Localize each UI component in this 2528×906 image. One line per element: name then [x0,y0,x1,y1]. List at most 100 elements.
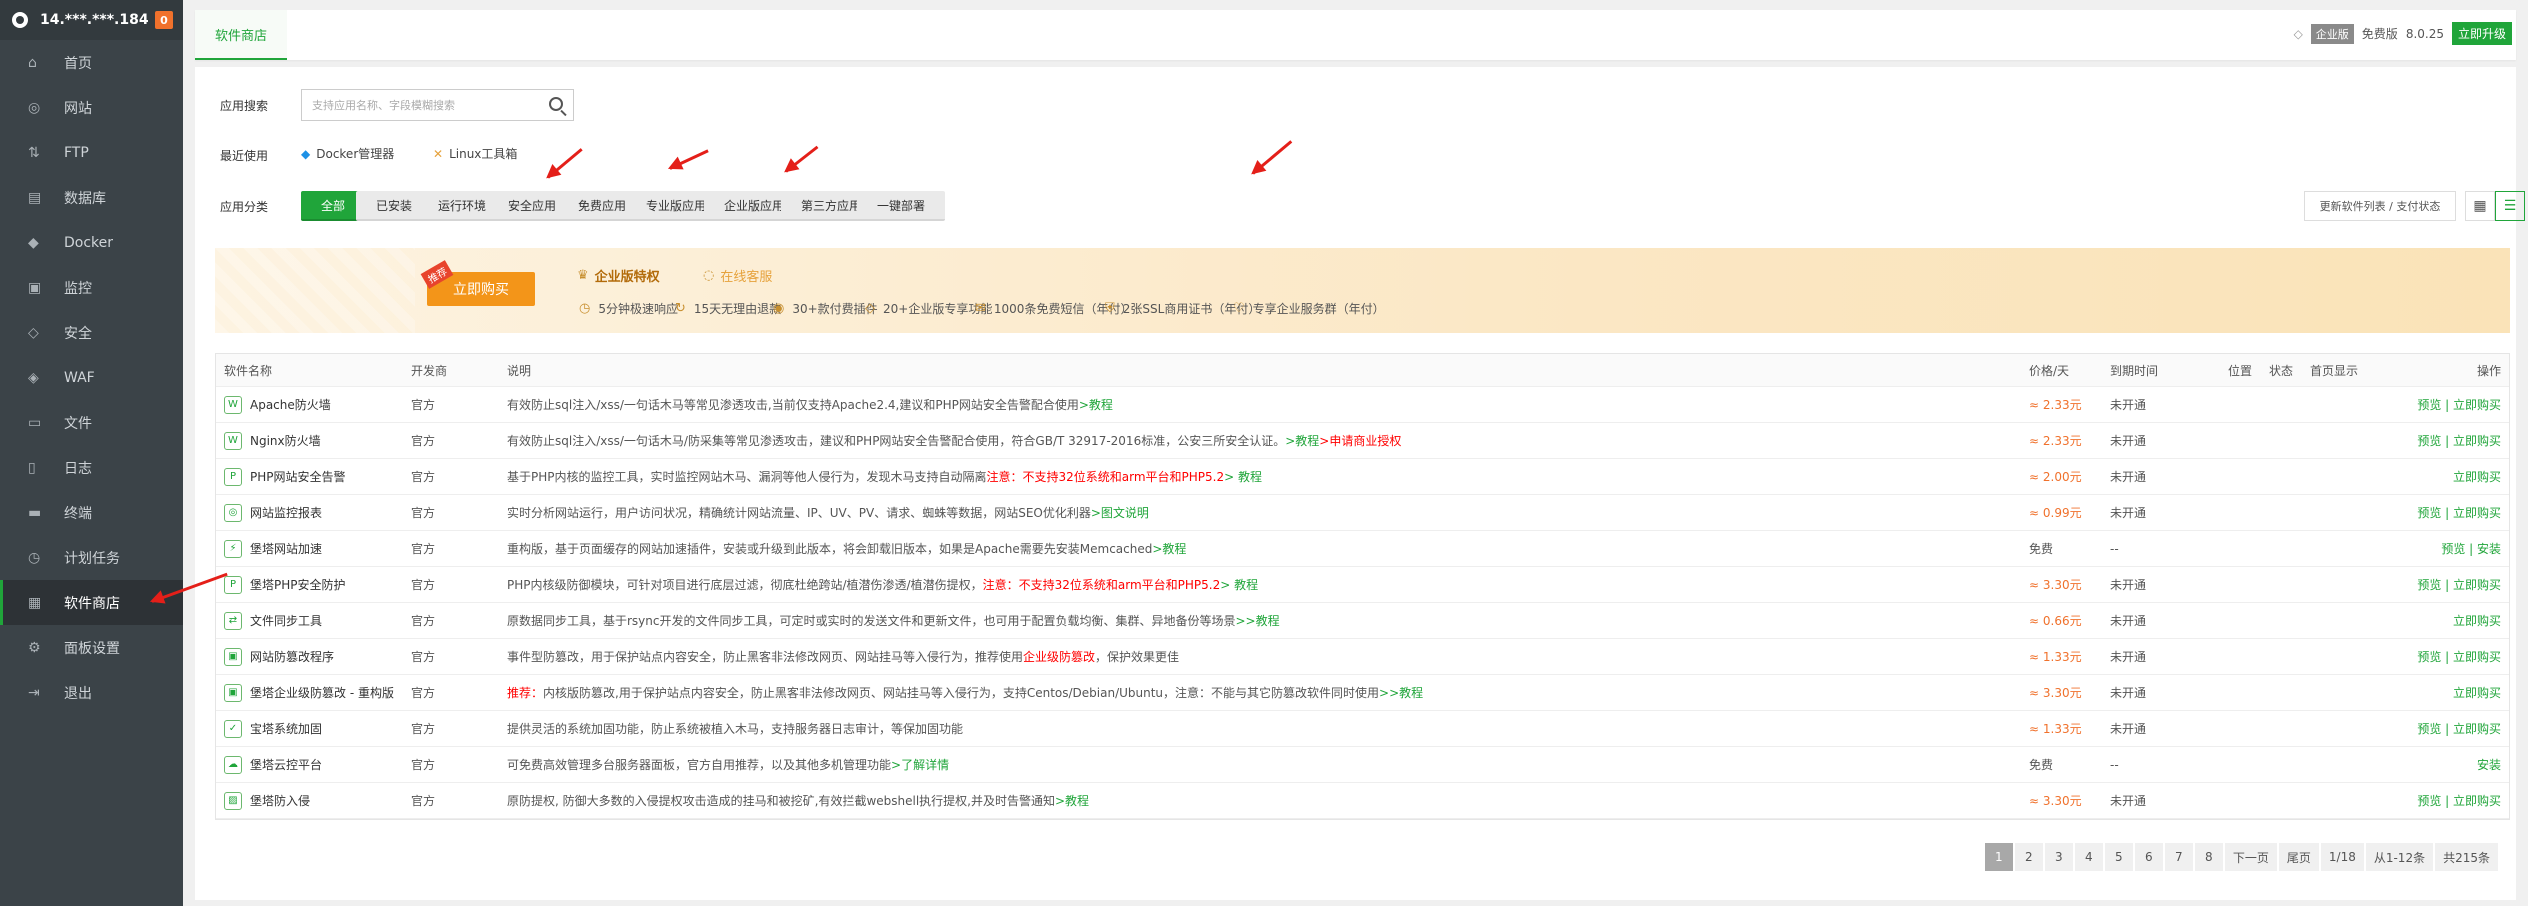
operation-links[interactable]: 立即购买 [2453,468,2501,485]
category-button-8[interactable]: 一键部署 [857,191,946,221]
table-row[interactable]: ⚡ 堡塔网站加速 官方 重构版，基于页面缓存的网站加速插件，安装或升级到此版本，将会卸… [216,531,2509,567]
operation-links[interactable]: 预览 | 立即购买 [2417,432,2501,449]
desc-link[interactable]: >图文说明 [1091,506,1149,520]
sidebar-item-4[interactable]: ◆ Docker [0,220,183,265]
desc-link[interactable]: >教程 [1152,542,1186,556]
desc-warning: 企业级防篡改 [1023,650,1096,664]
sidebar-item-0[interactable]: ⌂ 首页 [0,40,183,85]
sidebar-item-13[interactable]: ⚙ 面板设置 [0,625,183,670]
software-name[interactable]: ☁ 堡塔云控平台 [224,755,322,774]
page-next[interactable]: 下一页 [2224,843,2277,871]
banner-feature-text: 15天无理由退款 [693,302,782,316]
operation-links[interactable]: 预览 | 立即购买 [2417,648,2501,665]
buy-now-button[interactable]: 推荐 立即购买 [420,260,535,306]
operation-links[interactable]: 预览 | 立即购买 [2417,792,2501,809]
search-icon[interactable] [549,97,563,111]
recent-linux-tools[interactable]: ✕ Linux工具箱 [433,145,517,162]
refresh-list-button[interactable]: 更新软件列表 / 支付状态 [2304,191,2456,221]
software-name[interactable]: W Nginx防火墙 [224,431,321,450]
sidebar-item-label: 软件商店 [64,595,120,612]
page-button[interactable]: 2 [2014,843,2043,871]
software-name[interactable]: ▣ 网站防篡改程序 [224,647,334,666]
shield-icon: ◇ [28,324,39,341]
software-name[interactable]: P PHP网站安全告警 [224,467,346,486]
software-name[interactable]: ✓ 宝塔系统加固 [224,719,322,738]
page-button[interactable]: 4 [2074,843,2103,871]
desc-link[interactable]: >教程 [1285,434,1319,448]
diamond-icon: ◇ [2293,26,2303,41]
sidebar-item-label: 网站 [64,100,92,117]
php-icon: P [224,467,242,486]
sidebar-item-8[interactable]: ▭ 文件 [0,400,183,445]
sidebar-item-14[interactable]: ⇥ 退出 [0,670,183,715]
operation-links[interactable]: 预览 | 立即购买 [2417,504,2501,521]
sidebar-item-7[interactable]: ◈ WAF [0,355,183,400]
software-name[interactable]: ▨ 堡塔防入侵 [224,791,310,810]
page-button[interactable]: 7 [2164,843,2193,871]
sidebar-item-1[interactable]: ◎ 网站 [0,85,183,130]
page-button[interactable]: 6 [2134,843,2163,871]
sidebar-item-2[interactable]: ⇅ FTP [0,130,183,175]
operation-links[interactable]: 预览 | 立即购买 [2417,396,2501,413]
sidebar-item-label: 计划任务 [64,550,120,567]
operation-links[interactable]: 预览 | 安装 [2441,540,2501,557]
operation-links[interactable]: 立即购买 [2453,612,2501,629]
server-host: 14.***.***.184 [40,12,149,28]
table-row[interactable]: ✓ 宝塔系统加固 官方 提供灵活的系统加固功能，防止系统被植入木马，支持服务器日志审计… [216,711,2509,747]
docker-icon: ◆ [28,234,39,251]
chart-icon: ◎ [224,503,242,522]
desc-link[interactable]: >>教程 [1379,686,1423,700]
page-button[interactable]: 8 [2194,843,2223,871]
table-row[interactable]: ▨ 堡塔防入侵 官方 原防提权, 防御大多数的入侵提权攻击造成的挂马和被挖矿,有效拦截… [216,783,2509,819]
desc-tail[interactable]: > 教程 [1220,578,1258,592]
table-row[interactable]: W Apache防火墙 官方 有效防止sql注入/xss/一句话木马等常见渗透攻击,当… [216,387,2509,423]
table-row[interactable]: ▣ 网站防篡改程序 官方 事件型防篡改，用于保护站点内容安全，防止黑客非法修改网页、网… [216,639,2509,675]
sidebar-item-9[interactable]: ▯ 日志 [0,445,183,490]
software-name[interactable]: W Apache防火墙 [224,395,331,414]
software-name[interactable]: ◎ 网站监控报表 [224,503,322,522]
operation-links[interactable]: 预览 | 立即购买 [2417,720,2501,737]
sidebar-item-6[interactable]: ◇ 安全 [0,310,183,355]
online-service-link[interactable]: ◌ 在线客服 [703,266,772,285]
page-button[interactable]: 1 [1984,843,2013,871]
upgrade-button[interactable]: 立即升级 [2451,22,2512,45]
operation-links[interactable]: 安装 [2477,756,2501,773]
sidebar-item-3[interactable]: ▤ 数据库 [0,175,183,220]
sidebar-item-label: 终端 [64,505,92,522]
table-row[interactable]: P PHP网站安全告警 官方 基于PHP内核的监控工具，实时监控网站木马、漏洞等他人侵… [216,459,2509,495]
software-name[interactable]: ⚡ 堡塔网站加速 [224,539,322,558]
table-row[interactable]: W Nginx防火墙 官方 有效防止sql注入/xss/一句话木马/防采集等常见渗透攻… [216,423,2509,459]
desc-link[interactable]: >教程 [1079,398,1113,412]
desc-link[interactable]: >教程 [1055,794,1089,808]
desc-tail[interactable]: > 教程 [1224,470,1262,484]
message-badge[interactable]: 0 [155,11,173,29]
desc-warning[interactable]: >申请商业授权 [1319,434,1401,448]
page-last[interactable]: 尾页 [2278,843,2319,871]
enterprise-title: ♛ 企业版特权 [577,266,660,285]
clock-icon: ◷ [579,301,591,316]
tab-software-store[interactable]: 软件商店 [195,10,288,60]
table-row[interactable]: P 堡塔PHP安全防护 官方 PHP内核级防御模块，可针对项目进行底层过滤，彻底杜绝跨… [216,567,2509,603]
software-name[interactable]: ⇄ 文件同步工具 [224,611,322,630]
search-input[interactable]: 支持应用名称、字段模糊搜索 [301,89,574,121]
table-row[interactable]: ⇄ 文件同步工具 官方 原数据同步工具，基于rsync开发的文件同步工具，可定时或实时… [216,603,2509,639]
operation-links[interactable]: 预览 | 立即购买 [2417,576,2501,593]
buy-now-label: 立即购买 [453,282,509,298]
waf-icon: W [224,431,242,450]
page-button[interactable]: 3 [2044,843,2073,871]
software-name[interactable]: ▣ 堡塔企业级防篡改 - 重构版 [224,683,394,702]
table-row[interactable]: ◎ 网站监控报表 官方 实时分析网站运行，用户访问状况，精确统计网站流量、IP、UV、… [216,495,2509,531]
list-view-icon[interactable]: ☰ [2495,191,2525,221]
grid-view-icon[interactable]: ▦ [2465,191,2495,221]
sidebar-item-10[interactable]: ▬ 终端 [0,490,183,535]
sidebar-item-11[interactable]: ◷ 计划任务 [0,535,183,580]
desc-link[interactable]: >>教程 [1236,614,1280,628]
sidebar-item-5[interactable]: ▣ 监控 [0,265,183,310]
software-name[interactable]: P 堡塔PHP安全防护 [224,575,346,594]
recent-docker[interactable]: ◆ Docker管理器 [301,145,394,162]
table-row[interactable]: ▣ 堡塔企业级防篡改 - 重构版 官方 推荐：内核版防篡改,用于保护站点内容安全，防止… [216,675,2509,711]
table-row[interactable]: ☁ 堡塔云控平台 官方 可免费高效管理多台服务器面板，官方自用推荐，以及其他多机管理功… [216,747,2509,783]
page-button[interactable]: 5 [2104,843,2133,871]
desc-link[interactable]: >了解详情 [891,758,949,772]
operation-links[interactable]: 立即购买 [2453,684,2501,701]
